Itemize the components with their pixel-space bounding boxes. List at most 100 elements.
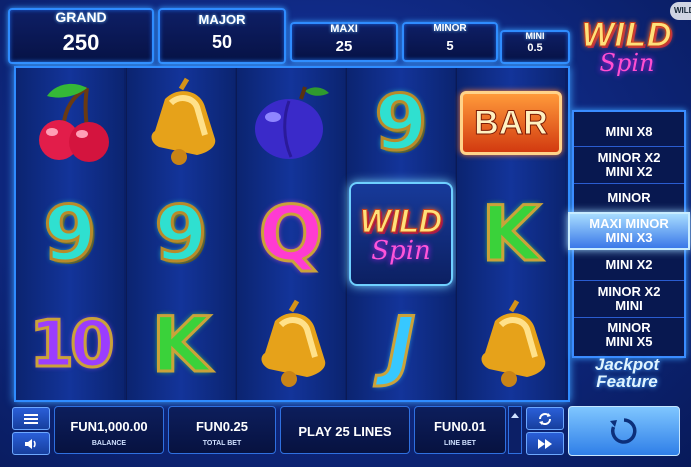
total-bet-display: FUN0.25 TOTAL BET xyxy=(168,406,276,454)
line-bet-stepper[interactable] xyxy=(508,406,522,454)
reel-4: 9 WILD Spin J xyxy=(346,68,455,400)
symbol-bell xyxy=(127,68,235,178)
symbol-9: 9 xyxy=(127,179,235,289)
bell-icon xyxy=(261,299,326,387)
reel-1: 9 10 xyxy=(16,68,124,400)
symbol-bell xyxy=(237,290,345,400)
jackpot-minor: MINOR 5 xyxy=(402,22,498,62)
feature-row-line: MAXI MINOR xyxy=(589,216,669,231)
symbol-wild: WILD Spin xyxy=(347,179,455,289)
symbol-cherry xyxy=(16,68,124,178)
symbol-Q: Q xyxy=(237,179,345,289)
wild-symbol-subtext: Spin xyxy=(371,236,431,266)
symbol-bar: BAR xyxy=(457,68,565,178)
symbol-K: K xyxy=(127,290,235,400)
jackpot-grand-value: 250 xyxy=(62,30,100,55)
line-bet-label: LINE BET xyxy=(444,440,476,447)
feature-row: MINOR xyxy=(574,184,684,213)
reel-2: 9 K xyxy=(126,68,235,400)
jackpot-grand: GRAND 250 xyxy=(8,8,154,64)
glyph-10: 10 xyxy=(28,307,116,384)
jackpot-major-value: 50 xyxy=(211,32,233,52)
symbol-9: 9 xyxy=(347,68,455,178)
cherry-icon xyxy=(39,83,109,162)
reel-grid: 9 10 9 K Q 9 WILD Spin J BAR K xyxy=(14,66,570,402)
glyph-j: J xyxy=(385,300,416,389)
jackpot-mini-value: 0.5 xyxy=(527,42,543,54)
play-lines-button[interactable]: PLAY 25 LINES xyxy=(280,406,410,454)
menu-icon xyxy=(24,413,38,424)
play-lines-label: PLAY 25 LINES xyxy=(298,424,392,439)
feature-row-line: MINI X2 xyxy=(605,164,653,179)
symbol-K: K xyxy=(457,179,565,289)
jackpot-grand-label: GRAND xyxy=(55,9,107,25)
jackpot-maxi-label: MAXI xyxy=(330,23,358,35)
autoplay-icon xyxy=(539,412,551,425)
reel-5: BAR K xyxy=(456,68,565,400)
glyph-k: K xyxy=(480,189,542,278)
symbol-plum xyxy=(237,68,345,178)
feature-row-line: MINOR xyxy=(607,320,651,335)
feature-row: MINOR X2 MINI xyxy=(574,281,684,318)
glyph-9: 9 xyxy=(373,78,429,167)
total-bet-value: FUN0.25 xyxy=(195,419,249,434)
bell-icon xyxy=(151,77,216,165)
plum-icon xyxy=(255,86,329,159)
symbol-bell xyxy=(457,290,565,400)
jackpot-maxi-value: 25 xyxy=(335,38,353,55)
feature-row-line: MINOR xyxy=(607,190,651,205)
feature-row-line: MINI X8 xyxy=(605,124,653,139)
glyph-9: 9 xyxy=(42,189,98,278)
glyph-9: 9 xyxy=(153,189,209,278)
feature-row: MINI X2 xyxy=(574,250,684,281)
jackpot-feature-panel: MINI X8 MINOR X2 MINI X2 MINOR MAXI MINOR… xyxy=(568,110,690,358)
menu-button[interactable] xyxy=(12,407,50,430)
jackpot-minor-label: MINOR xyxy=(433,23,467,34)
bell-icon xyxy=(481,299,546,387)
autoplay-button[interactable] xyxy=(526,407,564,430)
line-bet-value: FUN0.01 xyxy=(433,419,487,434)
feature-row-line: MINOR X2 xyxy=(597,150,661,165)
jackpot-feature-line1: Jackpot xyxy=(594,355,660,374)
chevron-up-icon xyxy=(511,413,519,418)
speaker-icon xyxy=(25,438,36,449)
spin-icon xyxy=(610,418,637,444)
jackpot-maxi: MAXI 25 xyxy=(290,22,398,62)
feature-row-line: MINI X2 xyxy=(605,257,653,272)
reel-3: Q xyxy=(236,68,345,400)
feature-row-line: MINI X5 xyxy=(605,334,653,349)
fast-forward-icon xyxy=(538,438,552,449)
turbo-button[interactable] xyxy=(526,432,564,455)
glyph-k: K xyxy=(150,300,212,389)
feature-row: MINOR X2 MINI X2 xyxy=(574,147,684,184)
jackpot-feature-title: Jackpot Feature xyxy=(572,356,682,390)
sound-button[interactable] xyxy=(12,432,50,455)
jackpot-feature-line2: Feature xyxy=(596,372,658,391)
bar-symbol: BAR xyxy=(460,91,562,155)
symbol-9: 9 xyxy=(16,179,124,289)
feature-row-line: MINI X3 xyxy=(605,230,653,245)
jackpot-mini: MINI 0.5 xyxy=(500,30,570,64)
jackpot-mini-label: MINI xyxy=(525,31,545,41)
spin-button[interactable] xyxy=(568,406,680,456)
balance-label: BALANCE xyxy=(91,440,127,447)
game-logo: WILD Spin xyxy=(572,18,682,84)
symbol-10: 10 xyxy=(16,290,124,400)
feature-row: MINOR MINI X5 xyxy=(574,318,684,352)
jackpot-minor-value: 5 xyxy=(446,38,454,53)
total-bet-label: TOTAL BET xyxy=(202,440,242,447)
balance-display: FUN1,000.00 BALANCE xyxy=(54,406,164,454)
jackpot-major-label: MAJOR xyxy=(198,12,246,27)
feature-row: MINI X8 xyxy=(574,118,684,147)
feature-row-line: MINOR X2 xyxy=(597,284,661,299)
wild-symbol: WILD Spin xyxy=(349,182,453,286)
feature-row-line: MINI xyxy=(615,298,643,313)
glyph-q: Q xyxy=(257,189,325,278)
wild-symbol-text: WILD xyxy=(360,203,443,239)
balance-value: FUN1,000.00 xyxy=(70,419,148,434)
feature-row-highlighted: MAXI MINOR MINI X3 xyxy=(568,212,690,250)
line-bet-display[interactable]: FUN0.01 LINE BET xyxy=(414,406,506,454)
jackpot-major: MAJOR 50 xyxy=(158,8,286,64)
symbol-J: J xyxy=(347,290,455,400)
logo-spin-text: Spin xyxy=(599,49,655,77)
